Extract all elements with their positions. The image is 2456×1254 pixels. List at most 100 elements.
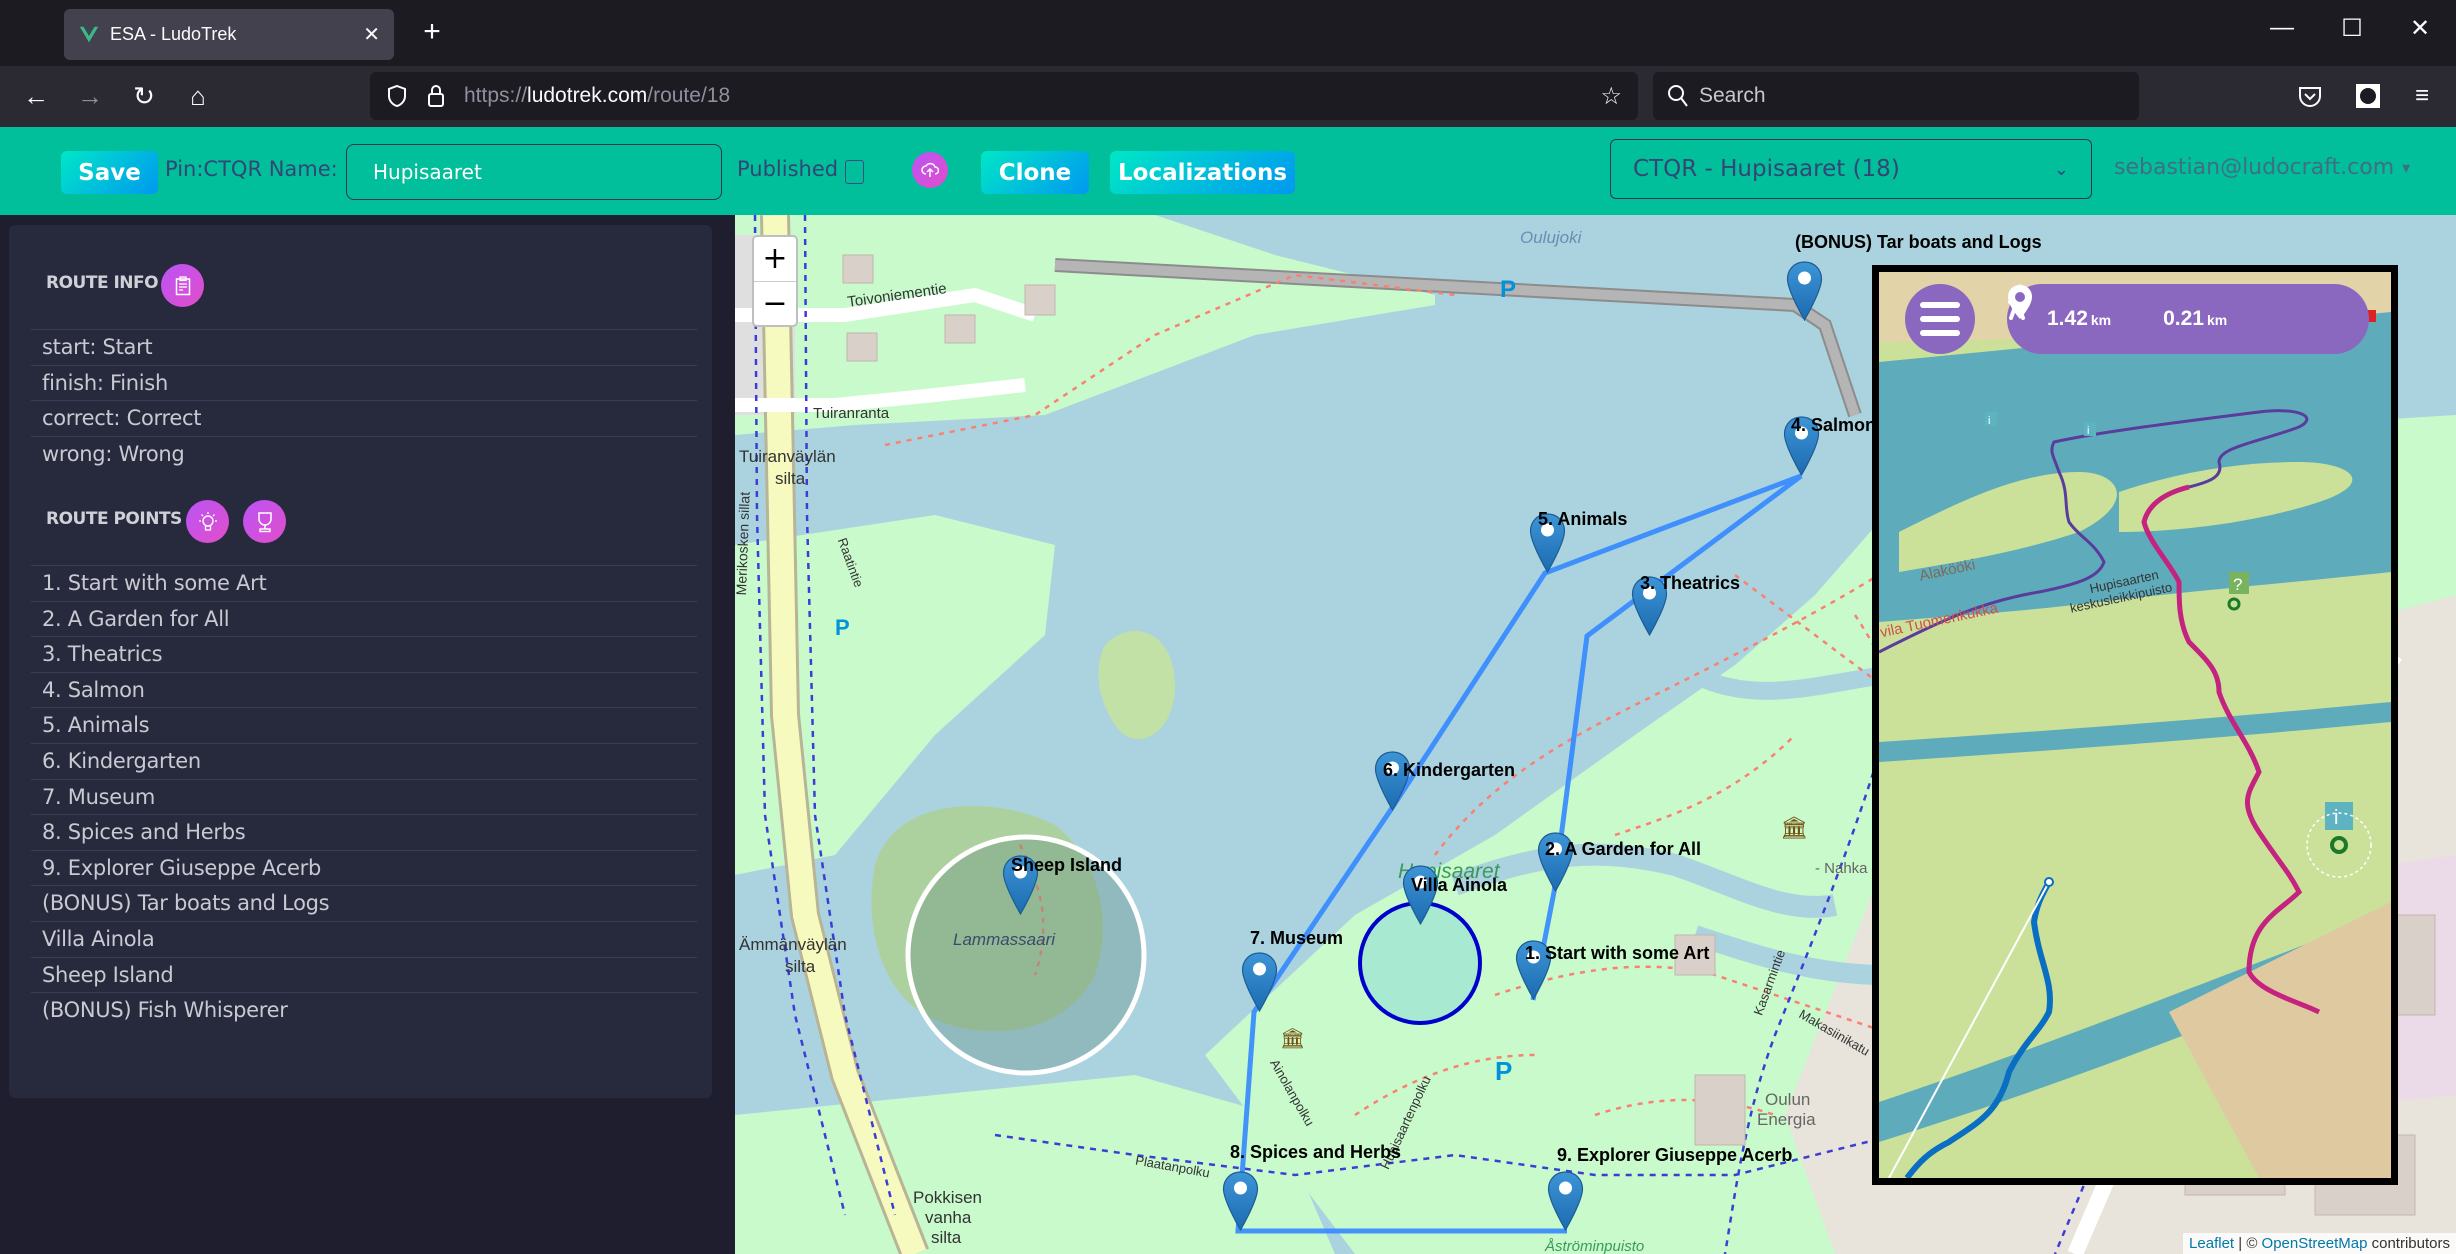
browser-tab[interactable]: ESA - LudoTrek ✕	[64, 9, 394, 60]
route-info-title: ROUTE INFO	[46, 273, 159, 293]
walk-distance-value: 1.42	[2047, 307, 2088, 330]
map-marker-label: Sheep Island	[1011, 855, 1123, 875]
url-domain: ludotrek.com	[527, 84, 648, 107]
preview-info-marker-1: i	[1985, 412, 1997, 427]
lightbulb-icon	[198, 511, 217, 531]
route-point-item[interactable]: Sheep Island	[31, 956, 697, 993]
upload-button[interactable]	[912, 152, 948, 188]
attribution-suffix: contributors	[2367, 1235, 2450, 1252]
url-prefix: https://	[464, 84, 528, 107]
cloud-upload-icon	[921, 162, 939, 177]
hamburger-menu-icon[interactable]: ≡	[2404, 78, 2440, 114]
route-info-button[interactable]	[161, 264, 204, 307]
preview-menu-button[interactable]	[1905, 284, 1975, 354]
map-marker-label: 1. Start with some Art	[1525, 943, 1710, 963]
route-point-item[interactable]: 9. Explorer Giuseppe Acerb	[31, 849, 697, 886]
reload-icon[interactable]: ↻	[126, 78, 162, 114]
bookmark-star-icon[interactable]: ☆	[1600, 82, 1622, 111]
zoom-control: + −	[752, 235, 798, 327]
map-marker-label: 3. Theatrics	[1640, 573, 1741, 593]
parking-icon-3: P	[835, 615, 850, 640]
map-marker-pin-icon[interactable]	[1547, 1171, 1584, 1231]
search-icon	[1668, 85, 1688, 107]
map-marker-label: (BONUS) Tar boats and Logs	[1795, 232, 2042, 252]
zoom-out-button[interactable]: −	[754, 282, 796, 327]
map-marker-label: 4. Salmon	[1791, 415, 1877, 435]
published-label: Published	[737, 157, 839, 181]
route-select-dropdown[interactable]: CTQR - Hupisaaret (18) ⌄	[1610, 139, 2092, 199]
url-text[interactable]: https://ludotrek.com/route/18	[464, 84, 1600, 108]
osm-link[interactable]: OpenStreetMap	[2262, 1235, 2368, 1252]
map-marker-pin-icon[interactable]	[1241, 952, 1278, 1012]
preview-info-marker-2: i	[2084, 422, 2096, 437]
leaflet-link[interactable]: Leaflet	[2189, 1235, 2234, 1252]
published-checkbox[interactable]	[845, 160, 864, 184]
route-info-item: wrong: Wrong	[31, 435, 697, 472]
new-tab-button[interactable]: +	[414, 14, 450, 50]
route-point-item[interactable]: 7. Museum	[31, 778, 697, 815]
url-path: /route/18	[647, 84, 731, 107]
url-bar[interactable]: https://ludotrek.com/route/18 ☆	[370, 72, 1638, 120]
clone-button[interactable]: Clone	[981, 151, 1089, 194]
route-point-item[interactable]: 6. Kindergarten	[31, 742, 697, 779]
distance-pill: 1.42 km 0.21 km	[2007, 284, 2369, 354]
map-label-tuiranranta: Tuiranranta	[813, 405, 890, 422]
map-label-silta-2: silta	[785, 957, 816, 976]
svg-text:i: i	[2334, 807, 2338, 829]
route-point-item[interactable]: 1. Start with some Art	[31, 565, 697, 601]
route-info-list: start: Start finish: Finish correct: Cor…	[31, 329, 697, 471]
trophy-button[interactable]	[243, 500, 286, 543]
route-point-item[interactable]: 4. Salmon	[31, 671, 697, 708]
map-label-silta-3: silta	[931, 1228, 962, 1247]
minimize-icon[interactable]: —	[2262, 14, 2302, 42]
route-point-item[interactable]: (BONUS) Fish Whisperer	[31, 992, 697, 1028]
maximize-icon[interactable]: ☐	[2332, 14, 2372, 43]
map-marker-pin-icon[interactable]	[1222, 1171, 1259, 1231]
route-point-item[interactable]: 2. A Garden for All	[31, 600, 697, 637]
search-placeholder: Search	[1699, 84, 1766, 107]
route-point-item[interactable]: 3. Theatrics	[31, 636, 697, 672]
shield-icon[interactable]	[386, 84, 408, 108]
browser-search-input[interactable]: Search	[1653, 72, 2139, 120]
route-info-item: correct: Correct	[31, 400, 697, 436]
map-marker-label: 5. Animals	[1538, 509, 1628, 529]
trophy-icon	[257, 511, 272, 532]
user-menu[interactable]: sebastian@ludocraft.com ▾	[2114, 155, 2410, 180]
leaflet-map[interactable]: 🏛 🏛 P P P Oulujoki Toivoniementie Tuiran…	[735, 215, 2456, 1254]
localizations-button[interactable]: Localizations	[1110, 151, 1295, 194]
forward-arrow-icon[interactable]: →	[72, 78, 108, 114]
hamburger-line	[1920, 330, 1960, 336]
route-name-input[interactable]	[346, 144, 722, 200]
route-point-item[interactable]: (BONUS) Tar boats and Logs	[31, 885, 697, 921]
zoom-in-button[interactable]: +	[754, 237, 796, 282]
route-point-item[interactable]: Villa Ainola	[31, 920, 697, 957]
map-attribution: Leaflet | © OpenStreetMap contributors	[2183, 1233, 2456, 1254]
map-marker-label: 2. A Garden for All	[1545, 839, 1702, 859]
caret-down-icon: ▾	[2402, 158, 2411, 177]
svg-text:i: i	[2087, 425, 2089, 437]
back-arrow-icon[interactable]: ←	[18, 78, 54, 114]
map-marker-pin-icon[interactable]	[1786, 261, 1823, 321]
home-icon[interactable]: ⌂	[180, 78, 216, 114]
route-point-item[interactable]: 5. Animals	[31, 707, 697, 743]
tab-close-icon[interactable]: ✕	[363, 22, 380, 47]
map-marker-label: 9. Explorer Giuseppe Acerb	[1557, 1145, 1793, 1165]
tab-title: ESA - LudoTrek	[110, 24, 237, 44]
map-marker-label: Villa Ainola	[1411, 875, 1508, 895]
pin-name-label: Pin:CTQR Name:	[165, 157, 338, 181]
save-button[interactable]: Save	[61, 151, 158, 194]
lock-icon[interactable]	[426, 84, 446, 108]
extension-globe-icon[interactable]	[2350, 78, 2386, 114]
map-label-tuiranvaylan: Tuiranväylän	[739, 447, 836, 466]
window-close-icon[interactable]: ✕	[2400, 14, 2440, 43]
route-point-item[interactable]: 8. Spices and Herbs	[31, 814, 697, 850]
route-info-item: finish: Finish	[31, 364, 697, 401]
pocket-icon[interactable]	[2292, 78, 2328, 114]
attribution-separator: | ©	[2234, 1235, 2262, 1252]
location-pin-icon	[2008, 285, 2032, 319]
route-select-value: CTQR - Hupisaaret (18)	[1633, 156, 1900, 182]
route-points-title: ROUTE POINTS	[46, 509, 182, 529]
hints-button[interactable]	[186, 500, 229, 543]
vue-logo-icon	[79, 26, 99, 42]
channel-4	[1719, 489, 1791, 639]
